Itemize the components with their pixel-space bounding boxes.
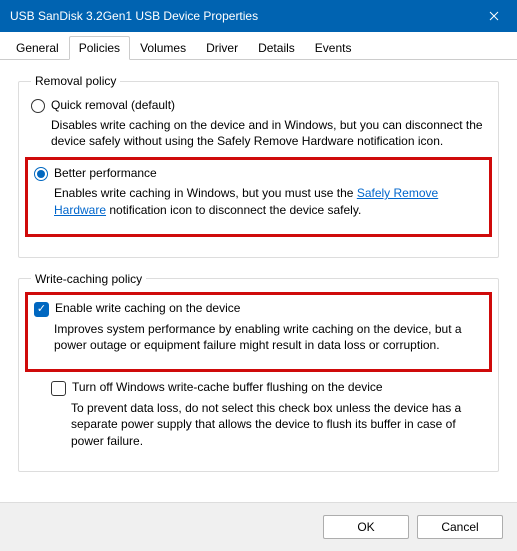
better-performance-label: Better performance [54,166,157,180]
write-caching-legend: Write-caching policy [31,272,146,286]
highlight-box-2: ✓ Enable write caching on the device Imp… [25,292,492,372]
dialog-content: General Policies Volumes Driver Details … [0,32,517,551]
close-button[interactable] [471,0,517,32]
enable-write-caching-label: Enable write caching on the device [55,301,240,315]
radio-icon-checked [34,167,48,181]
radio-icon [31,99,45,113]
turnoff-flush-option[interactable]: Turn off Windows write-cache buffer flus… [51,380,486,396]
cancel-button[interactable]: Cancel [417,515,503,539]
tab-driver[interactable]: Driver [196,36,248,59]
ok-button[interactable]: OK [323,515,409,539]
policies-panel: Removal policy Quick removal (default) D… [0,60,517,502]
checkbox-checked-icon: ✓ [34,302,49,317]
window-title: USB SanDisk 3.2Gen1 USB Device Propertie… [10,9,471,23]
close-icon [489,11,499,21]
enable-write-caching-option[interactable]: ✓ Enable write caching on the device [34,301,483,317]
tab-strip: General Policies Volumes Driver Details … [0,32,517,60]
quick-removal-option[interactable]: Quick removal (default) [31,98,486,113]
better-performance-desc: Enables write caching in Windows, but yo… [54,185,483,217]
tab-policies[interactable]: Policies [69,36,130,60]
removal-policy-legend: Removal policy [31,74,120,88]
turnoff-flush-desc: To prevent data loss, do not select this… [71,400,486,449]
tab-events[interactable]: Events [305,36,362,59]
better-performance-option[interactable]: Better performance [34,166,483,181]
quick-removal-desc: Disables write caching on the device and… [51,117,486,149]
tab-details[interactable]: Details [248,36,305,59]
removal-policy-group: Removal policy Quick removal (default) D… [18,74,499,258]
quick-removal-label: Quick removal (default) [51,98,175,112]
dialog-footer: OK Cancel [0,502,517,551]
tab-general[interactable]: General [6,36,69,59]
turnoff-flush-label: Turn off Windows write-cache buffer flus… [72,380,383,394]
titlebar: USB SanDisk 3.2Gen1 USB Device Propertie… [0,0,517,32]
highlight-box: Better performance Enables write caching… [25,157,492,236]
enable-write-caching-desc: Improves system performance by enabling … [54,321,483,353]
tab-volumes[interactable]: Volumes [130,36,196,59]
write-caching-group: Write-caching policy ✓ Enable write cach… [18,272,499,472]
checkbox-icon [51,381,66,396]
